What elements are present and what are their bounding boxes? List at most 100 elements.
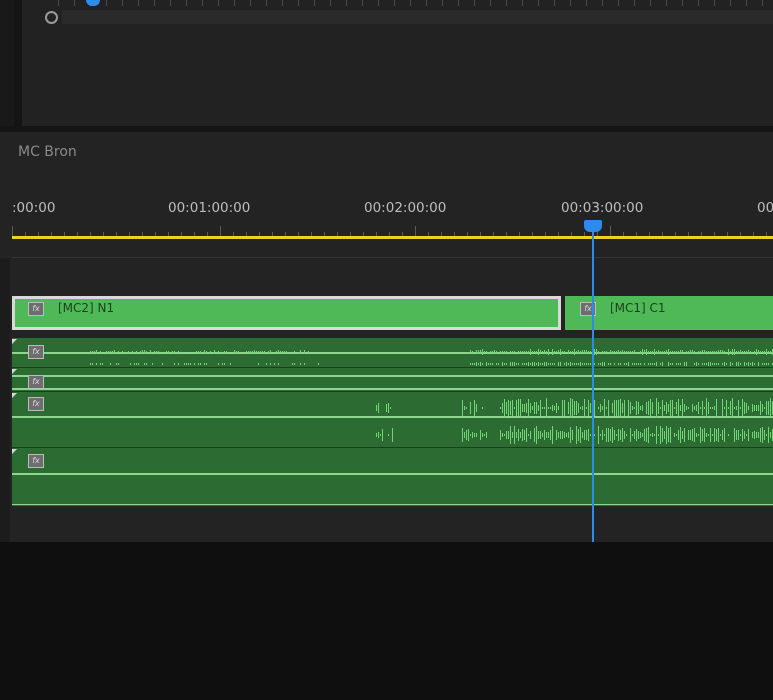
waveform-sample xyxy=(690,350,691,354)
ruler-tick xyxy=(746,0,747,6)
fx-badge-icon[interactable]: fx xyxy=(28,397,44,411)
waveform-sample xyxy=(300,363,301,365)
waveform-sample xyxy=(154,351,155,353)
ruler-tick xyxy=(682,0,683,6)
waveform-sample xyxy=(768,351,769,353)
waveform-sample xyxy=(630,351,631,353)
waveform-sample xyxy=(624,431,625,439)
waveform-sample xyxy=(520,351,521,353)
waveform-sample xyxy=(696,362,697,366)
waveform-sample xyxy=(620,363,621,365)
waveform-sample xyxy=(558,432,559,438)
waveform-sample xyxy=(676,402,677,414)
ruler-tick xyxy=(538,0,539,6)
waveform-sample xyxy=(708,351,709,353)
waveform-sample xyxy=(750,351,751,353)
top-panel-left-edge xyxy=(0,0,14,126)
waveform-sample xyxy=(762,404,763,412)
waveform-sample xyxy=(550,363,551,365)
volume-rubber-band[interactable] xyxy=(12,388,773,390)
waveform-sample xyxy=(568,350,569,354)
waveform-sample xyxy=(520,432,521,438)
waveform-sample xyxy=(144,350,145,354)
waveform-sample xyxy=(694,406,695,410)
waveform-sample xyxy=(478,363,479,365)
volume-rubber-band[interactable] xyxy=(12,416,773,418)
waveform-sample xyxy=(470,402,471,414)
waveform-sample xyxy=(618,350,619,354)
waveform-sample xyxy=(504,399,505,417)
waveform-sample xyxy=(286,351,287,353)
waveform-sample xyxy=(666,426,667,444)
work-area-bar[interactable] xyxy=(12,236,773,239)
fx-badge-icon[interactable]: fx xyxy=(28,345,44,359)
volume-rubber-band[interactable] xyxy=(12,375,773,377)
video-clip-mc1-c1[interactable] xyxy=(565,296,773,330)
waveform-sample xyxy=(506,363,507,365)
waveform-sample xyxy=(582,350,583,354)
waveform-sample xyxy=(130,363,131,365)
waveform-sample xyxy=(518,351,519,353)
zoom-handle-icon[interactable] xyxy=(45,11,58,24)
waveform-sample xyxy=(766,349,767,355)
waveform-sample xyxy=(668,428,669,442)
ruler-tick xyxy=(586,0,587,6)
track-separator xyxy=(12,447,773,448)
waveform-sample xyxy=(500,407,501,409)
waveform-sample xyxy=(670,427,671,443)
waveform-sample xyxy=(630,428,631,442)
clip-label: [MC1] C1 xyxy=(610,301,666,315)
ruler-tick xyxy=(378,0,379,6)
playhead-line[interactable] xyxy=(592,232,594,542)
waveform-sample xyxy=(710,407,711,409)
waveform-sample xyxy=(514,426,515,444)
waveform-sample xyxy=(742,399,743,417)
playhead-icon[interactable] xyxy=(584,220,602,232)
fx-badge-icon[interactable]: fx xyxy=(28,454,44,468)
waveform-sample xyxy=(540,350,541,354)
ruler-tick xyxy=(634,0,635,6)
waveform-sample xyxy=(646,428,647,442)
fx-badge-icon[interactable]: fx xyxy=(28,375,44,389)
waveform-sample xyxy=(586,350,587,354)
waveform-sample xyxy=(616,351,617,353)
waveform-sample xyxy=(168,351,169,353)
waveform-sample xyxy=(656,351,657,353)
sequence-tab-label[interactable]: MC Bron xyxy=(18,144,77,160)
waveform-sample xyxy=(554,406,555,410)
waveform-sample xyxy=(594,434,595,436)
waveform-sample xyxy=(620,351,621,353)
waveform-sample xyxy=(92,351,93,353)
waveform-sample xyxy=(654,434,655,436)
waveform-sample xyxy=(598,351,599,353)
waveform-sample xyxy=(318,363,319,365)
fx-badge-icon[interactable]: fx xyxy=(28,302,44,316)
panel-divider[interactable] xyxy=(14,0,22,126)
waveform-sample xyxy=(664,431,665,439)
waveform-sample xyxy=(634,407,635,409)
waveform-sample xyxy=(564,363,565,365)
zoom-scrollbar[interactable] xyxy=(62,10,773,24)
waveform-sample xyxy=(200,363,201,365)
waveform-sample xyxy=(732,363,733,365)
empty-area xyxy=(0,542,773,700)
audio-clip-a4[interactable] xyxy=(12,448,773,506)
ruler-tick xyxy=(346,0,347,6)
ruler-tick xyxy=(714,0,715,6)
clip-start-marker-icon xyxy=(12,369,17,374)
monitor-ruler[interactable] xyxy=(58,0,773,6)
waveform-sample xyxy=(506,402,507,414)
waveform-sample xyxy=(648,351,649,353)
volume-rubber-band[interactable] xyxy=(12,473,773,475)
waveform-sample xyxy=(294,351,295,353)
ruler-tick xyxy=(122,0,123,6)
waveform-sample xyxy=(524,404,525,412)
waveform-sample xyxy=(546,432,547,438)
ruler-tick xyxy=(58,0,59,6)
ruler-tick xyxy=(250,0,251,6)
waveform-sample xyxy=(600,404,601,412)
waveform-sample xyxy=(580,427,581,443)
waveform-sample xyxy=(480,430,481,440)
waveform-sample xyxy=(746,403,747,413)
waveform-sample xyxy=(560,362,561,366)
